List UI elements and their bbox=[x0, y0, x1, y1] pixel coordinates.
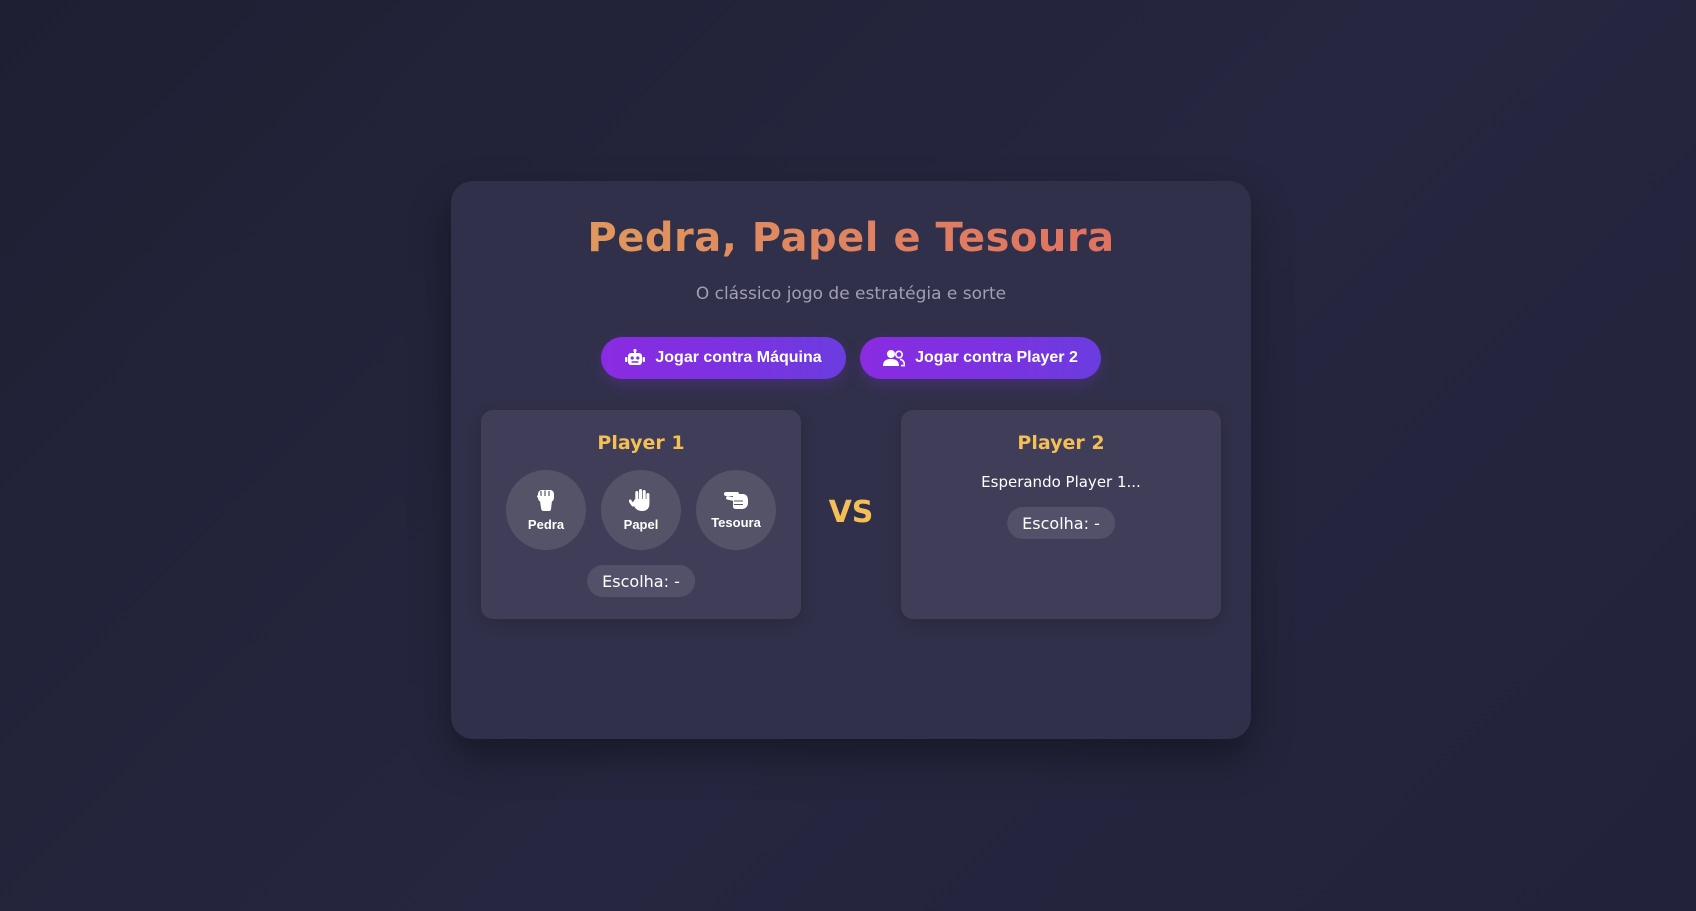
player2-status: Esperando Player 1... bbox=[981, 473, 1141, 491]
choice-papel-label: Papel bbox=[623, 517, 659, 532]
player1-choices: Pedra Papel Tesoura bbox=[481, 470, 801, 550]
choice-pedra-label: Pedra bbox=[527, 517, 565, 532]
choice-papel-button[interactable]: Papel bbox=[601, 470, 681, 550]
play-vs-machine-button[interactable]: Jogar contra Máquina bbox=[601, 337, 846, 379]
robot-icon bbox=[625, 349, 646, 367]
player2-selection: Escolha: - bbox=[1007, 507, 1115, 539]
fist-icon bbox=[536, 488, 556, 512]
choice-tesoura-button[interactable]: Tesoura bbox=[696, 470, 776, 550]
play-vs-player2-button[interactable]: Jogar contra Player 2 bbox=[860, 337, 1101, 379]
player2-panel: Player 2 Esperando Player 1... Escolha: … bbox=[901, 410, 1221, 619]
game-subtitle: O clássico jogo de estratégia e sorte bbox=[695, 284, 1007, 304]
play-vs-player2-label: Jogar contra Player 2 bbox=[915, 349, 1078, 366]
play-vs-machine-label: Jogar contra Máquina bbox=[655, 349, 822, 366]
player1-title: Player 1 bbox=[597, 432, 685, 454]
choice-pedra-button[interactable]: Pedra bbox=[506, 470, 586, 550]
hand-scissors-icon bbox=[723, 490, 749, 510]
player2-title: Player 2 bbox=[1017, 432, 1105, 454]
versus-label: VS bbox=[828, 495, 874, 530]
game-title: Pedra, Papel e Tesoura bbox=[451, 215, 1251, 261]
game-card: Pedra, Papel e Tesoura O clássico jogo d… bbox=[451, 181, 1251, 739]
player1-selection: Escolha: - bbox=[587, 565, 695, 597]
player1-panel: Player 1 Pedra Papel Tesoura Escolha: - bbox=[481, 410, 801, 619]
hand-paper-icon bbox=[629, 488, 653, 512]
choice-tesoura-label: Tesoura bbox=[711, 515, 761, 530]
users-icon bbox=[883, 349, 906, 367]
